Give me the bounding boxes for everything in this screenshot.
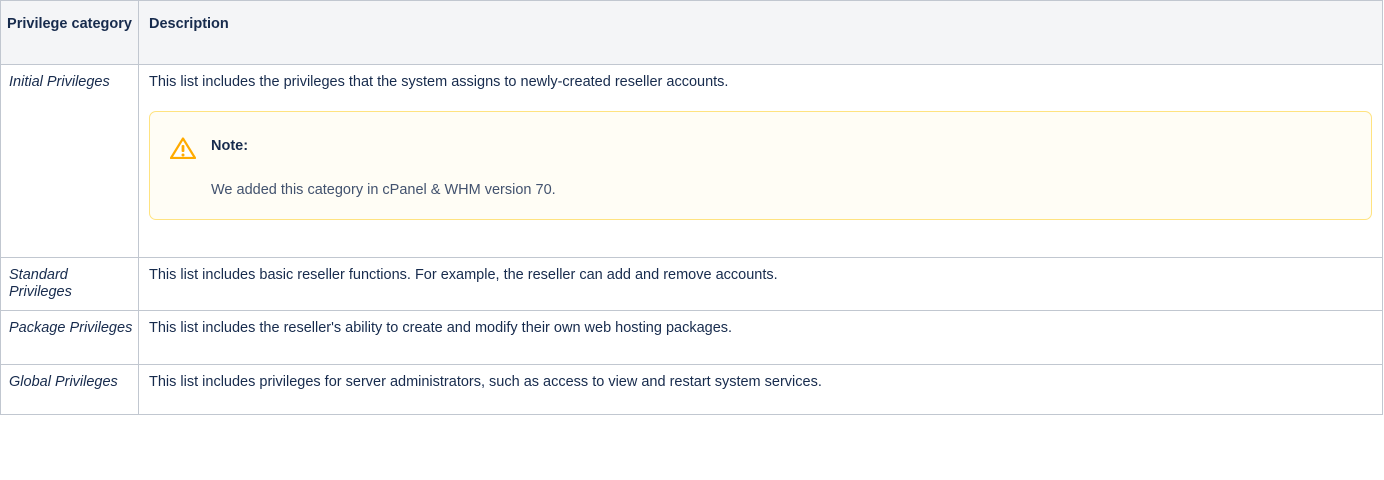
category-cell: Package Privileges [0,310,139,365]
description-cell: This list includes the privileges that t… [138,64,1383,258]
table-header-row: Privilege category Description [0,0,1383,65]
header-privilege-category: Privilege category [0,0,139,65]
note-panel: Note: We added this category in cPanel &… [149,111,1372,220]
category-cell: Initial Privileges [0,64,139,258]
table-row: Global Privileges This list includes pri… [0,364,1383,415]
description-text: This list includes the privileges that t… [149,74,729,90]
warning-icon [170,137,196,159]
category-label: Standard Privileges [9,267,72,300]
description-cell: This list includes the reseller's abilit… [138,310,1383,365]
note-title: Note: [211,138,249,154]
description-text: This list includes basic reseller functi… [149,267,778,283]
header-description: Description [138,0,1383,65]
category-label: Global Privileges [9,374,118,390]
privilege-categories-table: Privilege category Description Initial P… [0,0,1383,415]
note-body: We added this category in cPanel & WHM v… [211,182,556,198]
description-text: This list includes the reseller's abilit… [149,320,733,336]
table-row: Standard Privileges This list includes b… [0,257,1383,311]
category-label: Initial Privileges [9,74,110,90]
category-cell: Standard Privileges [0,257,139,311]
description-cell: This list includes privileges for server… [138,364,1383,415]
table-row: Initial Privileges This list includes th… [0,64,1383,258]
description-text: This list includes privileges for server… [149,374,822,390]
category-label: Package Privileges [9,320,133,336]
table-row: Package Privileges This list includes th… [0,310,1383,365]
page: Privilege category Description Initial P… [0,0,1384,480]
category-cell: Global Privileges [0,364,139,415]
description-cell: This list includes basic reseller functi… [138,257,1383,311]
